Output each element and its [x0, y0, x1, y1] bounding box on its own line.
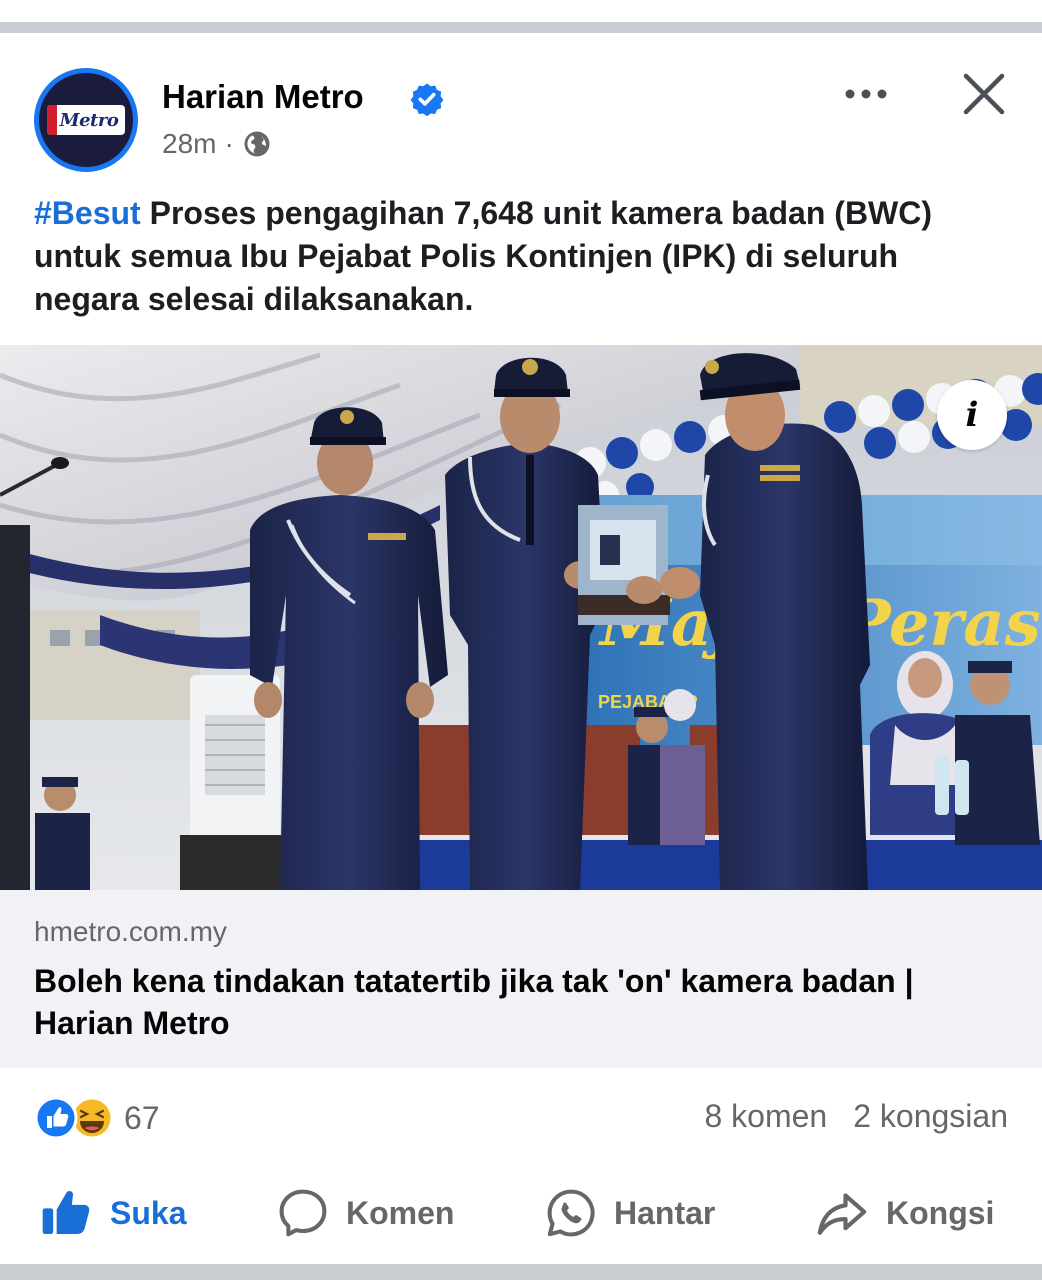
post-photo[interactable]: Majlis Perasmi PEJABAT P H B	[0, 345, 1042, 890]
send-label: Hantar	[614, 1194, 716, 1231]
like-label: Suka	[110, 1194, 187, 1231]
page-name[interactable]: Harian Metro	[162, 78, 364, 116]
share-label: Kongsi	[886, 1194, 995, 1231]
comment-bubble-icon	[279, 1189, 327, 1237]
reaction-count: 67	[124, 1099, 160, 1136]
link-title[interactable]: Boleh kena tindakan tatatertib jika tak …	[34, 960, 994, 1044]
feed-separator-bottom	[0, 1264, 1042, 1280]
info-button[interactable]: i	[937, 380, 1007, 450]
more-options-button[interactable]	[838, 74, 894, 114]
share-arrow-icon	[817, 1193, 867, 1235]
reaction-summary[interactable]: 67	[34, 1096, 160, 1140]
more-options-icon	[845, 89, 887, 99]
link-domain[interactable]: hmetro.com.my	[34, 916, 227, 948]
harian-metro-logo: Metro	[47, 105, 125, 135]
comment-button[interactable]: Komen	[276, 1180, 454, 1246]
like-reaction-icon	[34, 1096, 78, 1140]
bodycam-box	[578, 505, 670, 625]
caption-text: Proses pengagihan 7,648 unit kamera bada…	[34, 195, 933, 317]
verified-badge-icon	[410, 83, 444, 116]
meta-separator: ·	[224, 128, 234, 159]
post-meta: 28m ·	[162, 128, 272, 160]
send-button[interactable]: Hantar	[544, 1180, 715, 1246]
comment-label: Komen	[346, 1194, 455, 1231]
share-button[interactable]: Kongsi	[814, 1180, 994, 1246]
globe-icon	[244, 131, 270, 157]
hashtag-link[interactable]: #Besut	[34, 195, 141, 231]
whatsapp-icon	[547, 1189, 595, 1237]
engagement-stats: 8 komen 2 kongsian	[704, 1098, 1008, 1135]
comment-count[interactable]: 8 komen	[704, 1098, 827, 1135]
share-count[interactable]: 2 kongsian	[853, 1098, 1008, 1135]
post-actions: Suka Komen Hantar Kongsi	[0, 1180, 1042, 1246]
close-icon[interactable]	[956, 66, 1012, 122]
like-button[interactable]: Suka	[38, 1180, 186, 1246]
thumbs-up-icon	[42, 1191, 90, 1234]
page-avatar[interactable]: Metro	[34, 68, 138, 172]
ceremony-photo: Majlis Perasmi PEJABAT P H B	[0, 345, 1042, 890]
feed-separator-top	[0, 0, 1042, 36]
post-caption: #Besut Proses pengagihan 7,648 unit kame…	[34, 192, 1004, 321]
post-time[interactable]: 28m	[162, 128, 216, 160]
